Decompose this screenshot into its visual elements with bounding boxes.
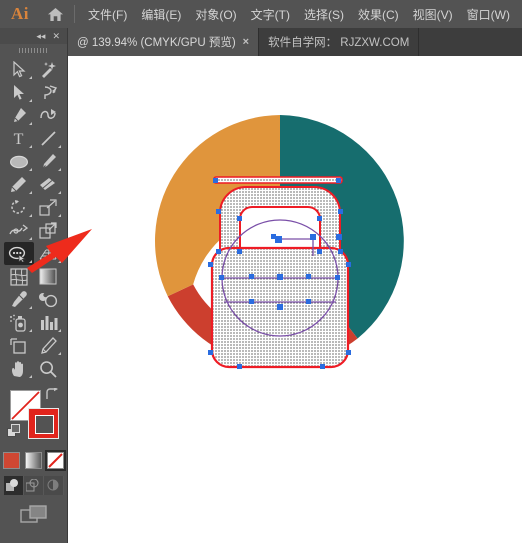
direct-selection-tool[interactable] xyxy=(4,81,34,104)
menu-type[interactable]: 文字(T) xyxy=(244,2,297,27)
stroke-swatch[interactable] xyxy=(28,408,59,439)
fill-stroke-controls xyxy=(0,386,67,448)
gradient-tool[interactable] xyxy=(34,265,64,288)
artwork-svg[interactable] xyxy=(68,56,522,543)
draw-inside-button[interactable] xyxy=(43,476,64,495)
close-icon[interactable]: × xyxy=(243,36,249,48)
magic-wand-tool[interactable] xyxy=(34,58,64,81)
mesh-tool[interactable] xyxy=(4,265,34,288)
menu-object[interactable]: 对象(O) xyxy=(188,2,243,27)
tool-corner-indicator xyxy=(58,352,61,355)
free-transform-tool[interactable] xyxy=(34,219,64,242)
selection-tool[interactable] xyxy=(4,58,34,81)
document-tab-site-label: 软件自学网： RJZXW.COM xyxy=(268,37,410,49)
panel-drag-handle[interactable] xyxy=(0,44,67,56)
tool-corner-indicator xyxy=(28,145,32,148)
type-tool[interactable]: T xyxy=(4,127,34,150)
tool-corner-indicator xyxy=(28,260,32,263)
symbol-sprayer-tool[interactable] xyxy=(4,311,34,334)
default-fill-stroke-icon[interactable] xyxy=(7,424,21,443)
backpack-shape[interactable] xyxy=(208,176,351,369)
tool-corner-indicator xyxy=(58,260,61,263)
handle-cutout[interactable] xyxy=(239,206,321,253)
tools-panel-header: ◂◂ ✕ xyxy=(0,28,67,44)
illustrator-window: Ai 文件(F) 编辑(E) 对象(O) 文字(T) 选择(S) 效果(C) 视… xyxy=(0,0,522,543)
tool-corner-indicator xyxy=(58,168,61,171)
tool-corner-indicator xyxy=(28,99,32,102)
document-tab-active[interactable]: @ 139.94% (CMYK/GPU 预览) × xyxy=(68,28,260,56)
menu-file[interactable]: 文件(F) xyxy=(81,2,134,27)
close-panel-icon[interactable]: ✕ xyxy=(52,31,60,41)
scale-tool[interactable] xyxy=(34,196,64,219)
rotate-tool[interactable] xyxy=(4,196,34,219)
canvas-area[interactable] xyxy=(68,56,522,543)
tool-grid: T xyxy=(0,56,67,380)
tool-corner-indicator xyxy=(28,306,32,309)
tool-corner-indicator xyxy=(28,122,32,125)
flap-bar[interactable] xyxy=(213,176,343,184)
menu-select[interactable]: 选择(S) xyxy=(297,2,351,27)
blend-tool[interactable] xyxy=(34,288,64,311)
draw-mode-buttons xyxy=(0,476,67,495)
ai-logo: Ai xyxy=(11,4,29,23)
tool-corner-indicator xyxy=(58,214,61,217)
column-graph-tool[interactable] xyxy=(34,311,64,334)
tool-corner-indicator xyxy=(28,168,32,171)
tool-corner-indicator xyxy=(58,145,61,148)
swap-fill-stroke-icon[interactable] xyxy=(45,386,60,406)
perspective-grid-tool[interactable] xyxy=(34,242,64,265)
ellipse-tool[interactable] xyxy=(4,150,34,173)
menu-edit[interactable]: 编辑(E) xyxy=(134,2,188,27)
tool-corner-indicator xyxy=(28,76,32,79)
zoom-tool[interactable] xyxy=(34,357,64,380)
paintbrush-tool[interactable] xyxy=(34,150,64,173)
color-button[interactable] xyxy=(3,452,20,469)
eraser-tool[interactable] xyxy=(34,173,64,196)
pencil-tool[interactable] xyxy=(4,173,34,196)
fill-mode-buttons xyxy=(0,450,67,471)
hand-tool[interactable] xyxy=(4,357,34,380)
tools-panel: ◂◂ ✕ T xyxy=(0,28,68,543)
curvature-tool[interactable] xyxy=(34,104,64,127)
artboard-tool[interactable] xyxy=(4,334,34,357)
menu-window[interactable]: 窗口(W) xyxy=(460,2,517,27)
draw-normal-button[interactable] xyxy=(3,476,24,495)
line-segment-tool[interactable] xyxy=(34,127,64,150)
slice-tool[interactable] xyxy=(34,334,64,357)
collapse-icon[interactable]: ◂◂ xyxy=(36,31,45,41)
menubar-divider xyxy=(74,5,75,23)
svg-text:T: T xyxy=(14,131,24,147)
tool-corner-indicator xyxy=(58,329,61,332)
gradient-button[interactable] xyxy=(25,452,42,469)
shape-builder-tool[interactable] xyxy=(4,242,34,265)
draw-behind-button[interactable] xyxy=(23,476,44,495)
tool-corner-indicator xyxy=(28,191,32,194)
eyedropper-tool[interactable] xyxy=(4,288,34,311)
home-icon[interactable] xyxy=(40,7,70,22)
lasso-tool[interactable] xyxy=(34,81,64,104)
tool-corner-indicator xyxy=(28,375,32,378)
width-tool[interactable] xyxy=(4,219,34,242)
document-tab-active-label: @ 139.94% (CMYK/GPU 预览) xyxy=(77,37,236,49)
change-screen-mode-button[interactable] xyxy=(0,505,67,527)
tool-corner-indicator xyxy=(28,329,32,332)
document-tab-bar: @ 139.94% (CMYK/GPU 预览) × 软件自学网： RJZXW.C… xyxy=(0,28,522,56)
menu-effect[interactable]: 效果(C) xyxy=(351,2,406,27)
none-button[interactable] xyxy=(45,450,66,471)
pen-tool[interactable] xyxy=(4,104,34,127)
tool-corner-indicator xyxy=(28,214,32,217)
menu-view[interactable]: 视图(V) xyxy=(406,2,460,27)
tool-corner-indicator xyxy=(28,237,32,240)
tool-corner-indicator xyxy=(58,191,61,194)
menu-bar: Ai 文件(F) 编辑(E) 对象(O) 文字(T) 选择(S) 效果(C) 视… xyxy=(0,0,522,28)
document-tab-site[interactable]: 软件自学网： RJZXW.COM xyxy=(259,28,420,56)
